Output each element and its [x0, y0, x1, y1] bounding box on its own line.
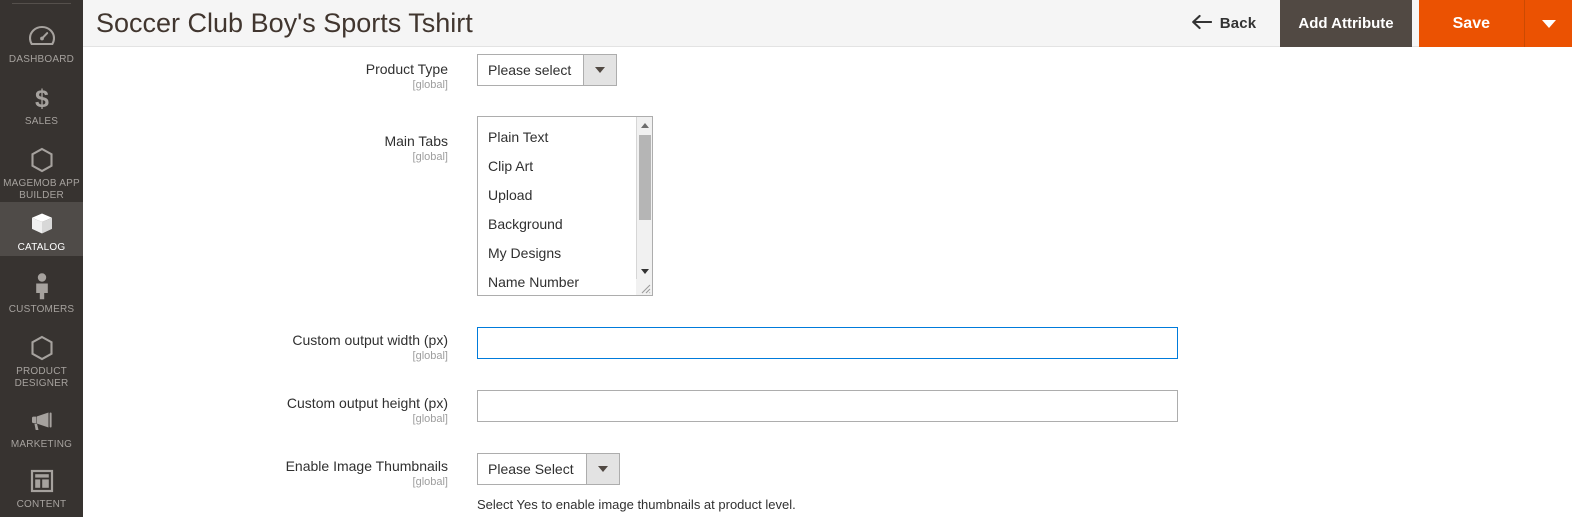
scroll-up-icon[interactable]	[637, 117, 652, 133]
field-control: Please Select Select Yes to enable image…	[477, 453, 796, 513]
sidebar-item-magemob-app-builder[interactable]: MageMob App Builder	[0, 138, 83, 204]
field-scope: [global]	[412, 151, 448, 163]
hexagon-icon	[27, 333, 57, 363]
product-attributes-form: Product Type [global] Please select Main…	[83, 47, 1572, 517]
sidebar-divider	[12, 3, 71, 4]
field-label-text: Main Tabs	[384, 133, 448, 149]
person-icon	[27, 271, 57, 301]
field-label: Product Type [global]	[83, 60, 448, 92]
sidebar-item-marketing[interactable]: Marketing	[0, 399, 83, 453]
list-item[interactable]: Name Number	[478, 268, 628, 295]
main-tabs-option-list[interactable]: Plain Text Clip Art Upload Background My…	[478, 117, 628, 295]
chevron-down-icon	[1541, 19, 1556, 28]
page-header: Soccer Club Boy's Sports Tshirt Back Add…	[83, 0, 1572, 47]
chevron-down-icon[interactable]	[583, 55, 617, 85]
dollar-icon: $	[27, 83, 57, 113]
sidebar-item-label: Marketing	[10, 439, 73, 450]
chevron-down-icon[interactable]	[585, 454, 619, 484]
header-actions: Back Add Attribute Save	[1183, 0, 1572, 47]
list-item[interactable]: Plain Text	[478, 123, 628, 152]
sidebar-item-sales[interactable]: $ Sales	[0, 76, 83, 130]
product-type-select-value: Please select	[488, 62, 572, 78]
field-control	[477, 390, 1178, 422]
enable-image-thumbnails-value: Please Select	[488, 461, 574, 477]
field-label: Custom output width (px) [global]	[83, 331, 448, 363]
sidebar-item-dashboard[interactable]: Dashboard	[0, 14, 83, 68]
dashboard-icon	[27, 21, 57, 51]
list-item[interactable]: Clip Art	[478, 152, 628, 181]
list-item[interactable]: My Designs	[478, 239, 628, 268]
product-type-select[interactable]: Please select	[477, 54, 618, 86]
list-item[interactable]: Background	[478, 210, 628, 239]
sidebar-item-product-designer[interactable]: Product Designer	[0, 326, 83, 392]
sidebar-item-label: Sales	[24, 116, 59, 127]
megaphone-icon	[27, 406, 57, 436]
field-label-text: Custom output width (px)	[292, 332, 448, 348]
scroll-down-icon[interactable]	[637, 263, 652, 279]
arrow-left-icon	[1191, 14, 1212, 34]
save-split-button: Save	[1418, 0, 1572, 47]
sidebar-item-label: MageMob App Builder	[3, 178, 80, 201]
multiselect-scrollbar[interactable]	[636, 117, 652, 295]
field-label-text: Product Type	[365, 61, 448, 77]
field-scope: [global]	[412, 413, 448, 425]
svg-text:$: $	[35, 85, 49, 112]
field-control	[477, 327, 1178, 359]
field-label-text: Custom output height (px)	[286, 395, 448, 411]
back-button[interactable]: Back	[1183, 0, 1281, 47]
field-label: Custom output height (px) [global]	[83, 394, 448, 426]
field-scope: [global]	[412, 350, 448, 362]
sidebar-item-customers[interactable]: Customers	[0, 264, 83, 318]
admin-sidebar: Dashboard $ Sales MageMob App Builder	[0, 0, 83, 517]
back-button-label: Back	[1219, 15, 1257, 32]
field-label: Enable Image Thumbnails [global]	[83, 457, 448, 489]
page-title: Soccer Club Boy's Sports Tshirt	[96, 8, 473, 38]
hexagon-icon	[27, 145, 57, 175]
sidebar-item-label: Product Designer	[14, 366, 69, 389]
enable-image-thumbnails-select[interactable]: Please Select	[477, 453, 620, 485]
layout-icon	[27, 466, 57, 496]
field-control: Please select	[477, 54, 618, 86]
add-attribute-button[interactable]: Add Attribute	[1280, 0, 1412, 47]
field-label: Main Tabs [global]	[83, 132, 448, 164]
field-note: Select Yes to enable image thumbnails at…	[477, 497, 796, 512]
main-tabs-multiselect[interactable]: Plain Text Clip Art Upload Background My…	[477, 116, 653, 296]
list-item[interactable]: Upload	[478, 181, 628, 210]
save-button[interactable]: Save	[1418, 0, 1524, 47]
sidebar-item-label: Dashboard	[8, 54, 75, 65]
field-scope: [global]	[412, 79, 448, 91]
custom-output-width-input[interactable]	[477, 327, 1178, 359]
field-control: Plain Text Clip Art Upload Background My…	[477, 116, 653, 296]
resize-handle-icon[interactable]	[636, 279, 652, 295]
sidebar-item-label: Customers	[8, 304, 75, 315]
sidebar-item-content[interactable]: Content	[0, 459, 83, 513]
box-icon	[27, 209, 57, 239]
sidebar-item-catalog[interactable]: Catalog	[0, 202, 83, 256]
field-scope: [global]	[412, 476, 448, 488]
sidebar-item-label: Catalog	[17, 242, 66, 253]
custom-output-height-input[interactable]	[477, 390, 1178, 422]
scrollbar-thumb[interactable]	[639, 135, 651, 220]
save-dropdown-toggle[interactable]	[1524, 0, 1572, 47]
admin-product-edit-page: Dashboard $ Sales MageMob App Builder	[0, 0, 1572, 517]
field-label-text: Enable Image Thumbnails	[285, 458, 448, 474]
sidebar-item-label: Content	[16, 499, 67, 510]
